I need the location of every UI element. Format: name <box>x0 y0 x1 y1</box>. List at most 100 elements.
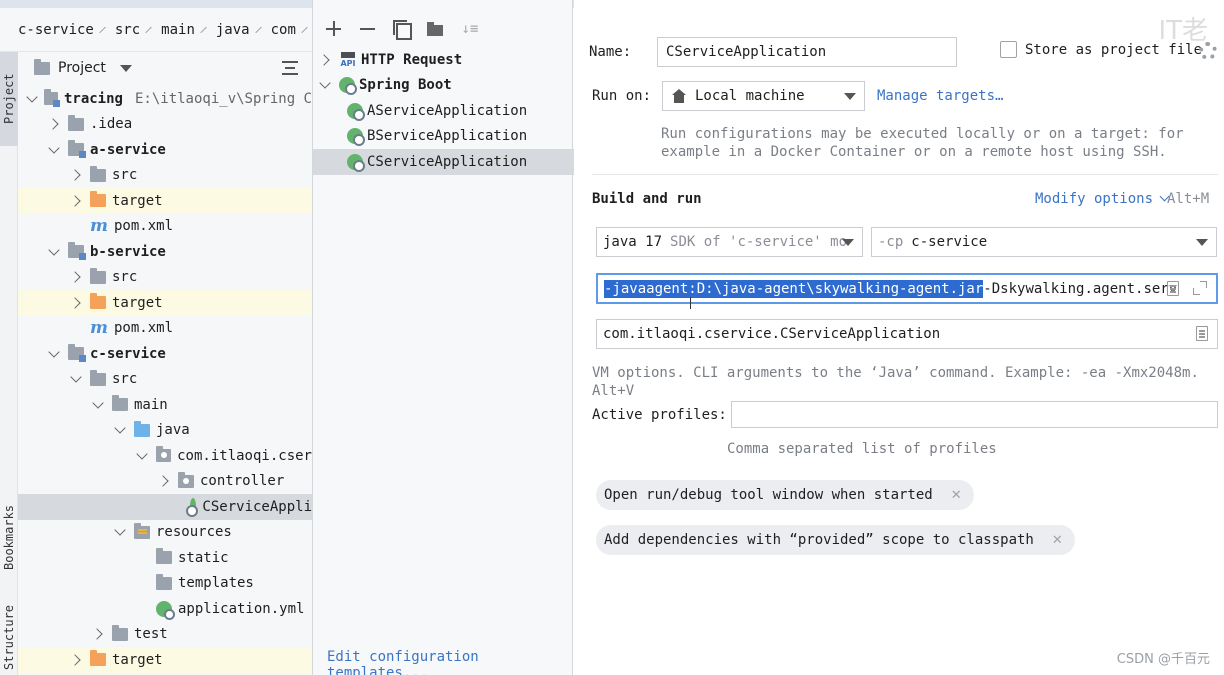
tree-row-path: E:\itlaoqi_v\Spring C <box>134 90 312 107</box>
tree-row[interactable]: m pom.xml <box>18 214 312 240</box>
tree-row[interactable]: target <box>18 188 312 214</box>
tree-row[interactable]: java <box>18 418 312 444</box>
config-item[interactable]: CServiceApplication <box>313 149 574 175</box>
tree-row[interactable]: b-service <box>18 239 312 265</box>
active-profiles-field[interactable] <box>731 401 1218 428</box>
chevron-right-icon[interactable] <box>46 116 62 132</box>
add-icon[interactable] <box>321 16 347 42</box>
chevron-down-icon[interactable] <box>134 448 150 464</box>
spring-boot-icon <box>347 153 365 172</box>
folder-icon <box>156 548 172 565</box>
chevron-right-icon[interactable] <box>68 269 84 285</box>
run-on-dropdown[interactable]: Local machine <box>662 81 865 111</box>
chevron-right-icon <box>254 26 262 33</box>
chevron-right-icon[interactable] <box>90 626 106 642</box>
chevron-down-icon[interactable] <box>112 422 128 438</box>
tree-row[interactable]: tracing E:\itlaoqi_v\Spring C <box>18 86 312 112</box>
caret-down-icon[interactable] <box>119 64 132 72</box>
tree-row-label: application.yml <box>178 600 305 617</box>
spring-boot-icon <box>347 128 365 147</box>
chevron-right-icon[interactable] <box>68 295 84 311</box>
chevron-down-icon[interactable] <box>317 77 333 93</box>
chevron-down-icon[interactable] <box>112 524 128 540</box>
chevron-down-icon[interactable] <box>46 142 62 158</box>
maven-icon: m <box>90 216 108 237</box>
expand-text-icon[interactable] <box>1167 281 1179 296</box>
tree-row[interactable]: src <box>18 367 312 393</box>
breadcrumb-item[interactable]: src <box>115 22 140 38</box>
close-icon[interactable]: ✕ <box>1052 533 1063 548</box>
tree-row[interactable]: controller <box>18 469 312 495</box>
tree-row[interactable]: CServiceAppli <box>18 494 312 520</box>
edit-templates-link[interactable]: Edit configuration templates... <box>327 649 572 675</box>
tree-row[interactable]: resources <box>18 520 312 546</box>
expand-icon[interactable] <box>1193 281 1207 295</box>
folder-icon <box>90 369 106 386</box>
manage-targets-link[interactable]: Manage targets… <box>877 88 1003 104</box>
tree-row[interactable]: com.itlaoqi.cser <box>18 443 312 469</box>
chevron-down-icon[interactable] <box>46 244 62 260</box>
close-icon[interactable]: ✕ <box>951 488 962 503</box>
tree-row[interactable]: src <box>18 163 312 189</box>
chevron-right-icon[interactable] <box>68 167 84 183</box>
breadcrumb-item[interactable]: com <box>271 22 296 38</box>
orange-folder-icon <box>90 293 106 310</box>
project-panel-title[interactable]: Project <box>58 60 106 76</box>
breadcrumb-item[interactable]: c-service <box>18 22 94 38</box>
browse-class-icon[interactable] <box>1196 326 1208 341</box>
config-item-label: AServiceApplication <box>367 102 528 119</box>
config-item[interactable]: BServiceApplication <box>313 124 574 150</box>
main-class-field[interactable]: com.itlaoqi.cservice.CServiceApplication <box>596 319 1218 349</box>
store-as-project-file-checkbox[interactable] <box>1000 41 1017 58</box>
chevron-right-icon[interactable] <box>156 473 172 489</box>
option-chip-label: Add dependencies with “provided” scope t… <box>604 532 1034 548</box>
tool-window-bookmarks[interactable]: Bookmarks <box>0 492 18 582</box>
jdk-dropdown[interactable]: java 17 SDK of 'c-service' mo <box>596 227 863 257</box>
vm-options-selected-text: -javaagent:D:\java-agent\skywalking-agen… <box>604 279 984 298</box>
tree-row[interactable]: a-service <box>18 137 312 163</box>
tree-row[interactable]: templates <box>18 571 312 597</box>
tree-row[interactable]: .idea <box>18 112 312 138</box>
chevron-right-icon[interactable] <box>68 193 84 209</box>
chevron-down-icon[interactable] <box>24 91 38 107</box>
tree-row[interactable]: target <box>18 290 312 316</box>
chevron-right-icon[interactable] <box>68 652 84 668</box>
tree-row-label: com.itlaoqi.cser <box>177 447 312 464</box>
tree-row-label: src <box>112 167 138 184</box>
config-item[interactable]: Spring Boot <box>313 73 574 99</box>
tree-row[interactable]: m pom.xml <box>18 316 312 342</box>
name-field[interactable]: CServiceApplication <box>657 37 957 67</box>
tree-row[interactable]: application.yml <box>18 596 312 622</box>
breadcrumb-item[interactable]: main <box>161 22 195 38</box>
tree-row[interactable]: static <box>18 545 312 571</box>
chevron-down-icon[interactable] <box>46 346 62 362</box>
tree-row[interactable]: main <box>18 392 312 418</box>
chevron-down-icon[interactable] <box>90 397 106 413</box>
chevron-down-icon[interactable] <box>68 371 84 387</box>
modify-options-shortcut: Alt+M <box>1167 191 1210 207</box>
tool-window-project[interactable]: Project <box>0 52 18 146</box>
spring-boot-icon <box>339 77 357 96</box>
package-icon <box>178 471 194 488</box>
tree-row[interactable]: src <box>18 265 312 291</box>
config-item[interactable]: API HTTP Request <box>313 47 574 73</box>
classpath-dropdown[interactable]: -cp c-service <box>871 227 1217 257</box>
caret-down-icon <box>844 93 856 100</box>
active-profiles-label: Active profiles: <box>592 407 727 423</box>
home-icon <box>671 89 687 103</box>
new-folder-icon[interactable] <box>423 16 449 42</box>
chevron-right-icon[interactable] <box>317 52 333 68</box>
modify-options-link[interactable]: Modify options <box>1035 191 1170 207</box>
tree-row[interactable]: c-service <box>18 341 312 367</box>
config-item-label: BServiceApplication <box>367 128 528 145</box>
collapse-all-icon[interactable] <box>282 61 298 75</box>
breadcrumb-item[interactable]: java <box>216 22 250 38</box>
sort-icon[interactable]: ↓≡ <box>457 16 483 42</box>
copy-icon[interactable] <box>389 16 415 42</box>
tree-row[interactable]: target <box>18 647 312 673</box>
config-item[interactable]: AServiceApplication <box>313 98 574 124</box>
tree-row[interactable]: test <box>18 622 312 648</box>
tool-window-structure[interactable]: Structure <box>0 600 18 675</box>
breadcrumb: c-service src main java com i <box>0 8 312 52</box>
remove-icon[interactable] <box>355 16 381 42</box>
